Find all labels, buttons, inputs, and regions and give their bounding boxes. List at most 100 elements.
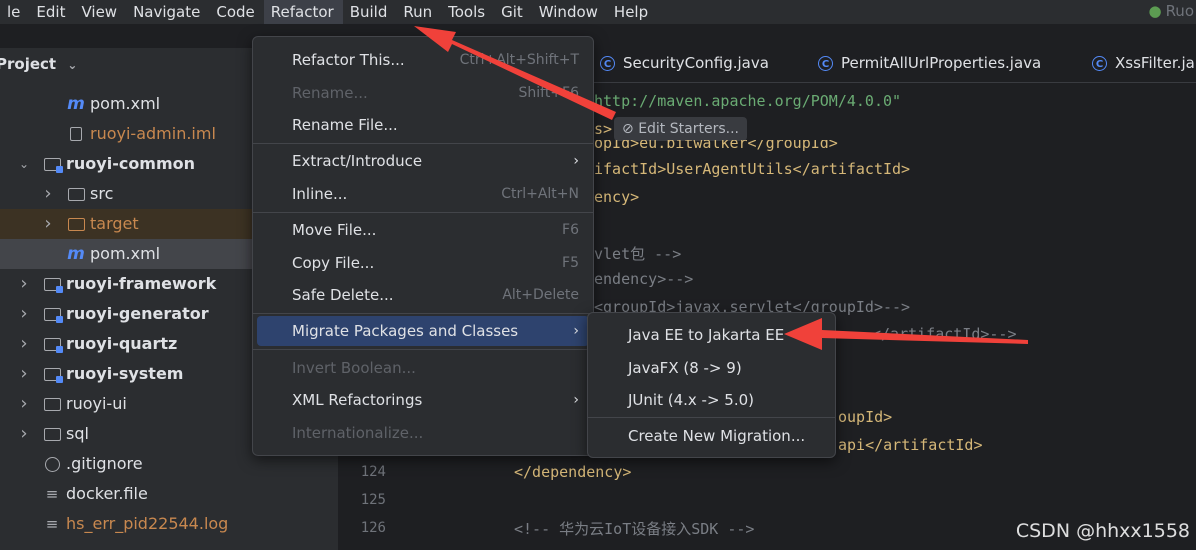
code-line: endency>--> [594,270,694,288]
submenu-item-create-new-migration[interactable]: Create New Migration... [592,421,831,451]
item-shortcut: F5 [562,255,579,271]
menu-item-move-file[interactable]: Move File... F6 [257,215,589,245]
chevron-right-icon[interactable]: › [40,209,56,239]
tree-item-label: ruoyi-ui [66,394,127,413]
chevron-right-icon[interactable]: › [16,359,32,389]
item-label: Internationalize... [292,424,424,442]
menu-separator [588,417,835,418]
line-number: 125 [360,492,386,508]
tree-item-label: pom.xml [90,94,161,113]
code-line: vlet包 --> [594,245,682,263]
code-line: api</artifactId> [838,436,983,454]
chevron-right-icon[interactable]: › [16,269,32,299]
item-shortcut: Ctrl+Alt+N [501,186,579,202]
item-label: JavaFX (8 -> 9) [628,359,742,377]
menu-view[interactable]: View [74,0,126,24]
item-shortcut: F6 [562,222,579,238]
project-panel-header[interactable]: Project ⌄ [0,52,77,76]
menu-build[interactable]: Build [343,0,397,24]
run-config-widget[interactable]: ● Ruo [1148,2,1194,20]
tab-label: SecurityConfig.java [623,54,769,72]
menu-edit[interactable]: Edit [29,0,74,24]
menu-navigate[interactable]: Navigate [126,0,209,24]
log-file-icon: ≡ [45,515,59,533]
item-shortcut: Shift+F6 [518,85,579,101]
tree-item-label: ruoyi-generator [66,304,209,323]
folder-orange-icon [66,216,86,232]
java-class-icon: C [818,55,833,71]
tab-permit-all-url-properties[interactable]: C PermitAllUrlProperties.java [818,44,1041,82]
tab-security-config[interactable]: C SecurityConfig.java [600,44,769,82]
item-label: JUnit (4.x -> 5.0) [628,391,754,409]
chevron-right-icon[interactable]: › [16,419,32,449]
migrate-submenu: Java EE to Jakarta EE JavaFX (8 -> 9) JU… [587,312,836,458]
maven-icon: m [67,244,85,264]
chevron-right-icon: › [573,323,579,339]
menu-item-rename: Rename... Shift+F6 [257,78,589,108]
menu-item-refactor-this[interactable]: Refactor This... Ctrl+Alt+Shift+T [257,45,589,75]
code-line: http://maven.apache.org/POM/4.0.0" [594,92,902,110]
code-line: oupId> [838,408,893,426]
chevron-right-icon: › [573,392,579,408]
menu-item-safe-delete[interactable]: Safe Delete... Alt+Delete [257,280,589,310]
item-shortcut: Ctrl+Alt+Shift+T [459,52,579,68]
edit-starters-hint[interactable]: ⊘ Edit Starters... [614,117,747,141]
menu-tools[interactable]: Tools [441,0,494,24]
tree-item-label: .gitignore [66,454,143,473]
tree-item-label: ruoyi-framework [66,274,217,293]
chevron-right-icon: › [573,153,579,169]
menu-run[interactable]: Run [396,0,441,24]
module-folder-icon [42,336,63,353]
menu-item-xml-refactorings[interactable]: XML Refactorings › [257,385,589,415]
item-label: Java EE to Jakarta EE [628,326,785,344]
submenu-item-javafx[interactable]: JavaFX (8 -> 9) [592,353,831,383]
gitignore-icon [42,456,62,472]
submenu-item-junit[interactable]: JUnit (4.x -> 5.0) [592,385,831,415]
menu-item-migrate-packages[interactable]: Migrate Packages and Classes › [257,316,589,346]
chevron-right-icon[interactable]: › [16,389,32,419]
menu-file[interactable]: le [0,0,29,24]
code-line: <!-- 华为云IoT设备接入SDK --> [514,520,755,538]
java-class-icon: C [600,55,615,71]
run-config-label: Ruo [1165,2,1194,20]
tree-item-label: sql [66,424,89,443]
chevron-right-icon[interactable]: › [16,329,32,359]
tab-xss-filter[interactable]: C XssFilter.ja [1092,44,1195,82]
iml-file-icon [66,126,86,142]
item-label: Safe Delete... [292,286,394,304]
menu-item-inline[interactable]: Inline... Ctrl+Alt+N [257,179,589,209]
spring-leaf-icon: ⊘ [622,121,634,137]
menu-code[interactable]: Code [209,0,263,24]
tree-item[interactable]: ≡ hs_err_pid22544.log [0,509,338,539]
chevron-right-icon[interactable]: › [16,299,32,329]
tab-label: PermitAllUrlProperties.java [841,54,1042,72]
item-label: Rename... [292,84,368,102]
menu-item-internationalize: Internationalize... [257,418,589,448]
menu-separator [253,143,593,144]
item-label: Migrate Packages and Classes [292,322,519,340]
spring-leaf-icon: ● [1148,2,1162,20]
line-number: 124 [360,464,386,480]
item-label: Copy File... [292,254,375,272]
maven-icon: m [67,94,85,114]
chevron-right-icon[interactable]: › [40,179,56,209]
tree-item-label: hs_err_pid22544.log [66,514,229,533]
menu-git[interactable]: Git [494,0,532,24]
item-label: Inline... [292,185,348,203]
folder-icon [42,396,62,412]
java-class-icon: C [1092,55,1107,71]
module-folder-icon [42,276,63,293]
item-label: Invert Boolean... [292,359,416,377]
chevron-down-icon[interactable]: ⌄ [16,149,32,179]
tree-item[interactable]: ≡ docker.file [0,479,338,509]
menu-item-copy-file[interactable]: Copy File... F5 [257,248,589,278]
menu-window[interactable]: Window [532,0,607,24]
menu-refactor[interactable]: Refactor [263,0,343,24]
refactor-menu: Refactor This... Ctrl+Alt+Shift+T Rename.… [252,36,594,456]
tree-item-label: pom.xml [90,244,161,263]
menu-item-rename-file[interactable]: Rename File... [257,110,589,140]
submenu-item-java-ee-to-jakarta[interactable]: Java EE to Jakarta EE [592,320,831,350]
menu-help[interactable]: Help [607,0,657,24]
menu-item-extract-introduce[interactable]: Extract/Introduce › [257,146,589,176]
code-line: </dependency> [514,463,632,481]
